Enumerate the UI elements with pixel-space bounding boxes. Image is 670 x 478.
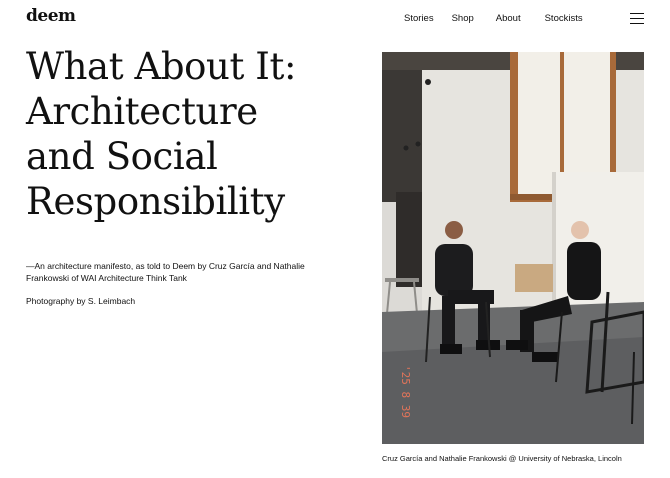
article-title: What About It: Architecture and Social R… (26, 44, 366, 224)
nav-item-stockists[interactable]: Stockists (545, 13, 583, 24)
nav-item-about[interactable]: About (496, 13, 521, 24)
main-nav: Stories Shop About Stockists (404, 13, 583, 24)
photo-caption: Cruz García and Nathalie Frankowski @ Un… (382, 454, 622, 463)
article-title-line: and Social (26, 135, 218, 178)
photo-credit: Photography by S. Leimbach (26, 296, 136, 306)
article-title-line: Responsibility (26, 180, 285, 223)
site-logo[interactable]: deem (26, 6, 76, 26)
nav-item-stories[interactable]: Stories (404, 13, 434, 24)
nav-item-shop[interactable]: Shop (452, 13, 474, 24)
article-deck: —An architecture manifesto, as told to D… (26, 261, 305, 283)
hamburger-menu-icon[interactable] (630, 13, 644, 25)
feature-photo: '25 8 39 (382, 52, 644, 444)
article-title-line: What About It: (26, 45, 297, 88)
article-title-line: Architecture (26, 90, 258, 133)
date-stamp: '25 8 39 (399, 365, 412, 418)
